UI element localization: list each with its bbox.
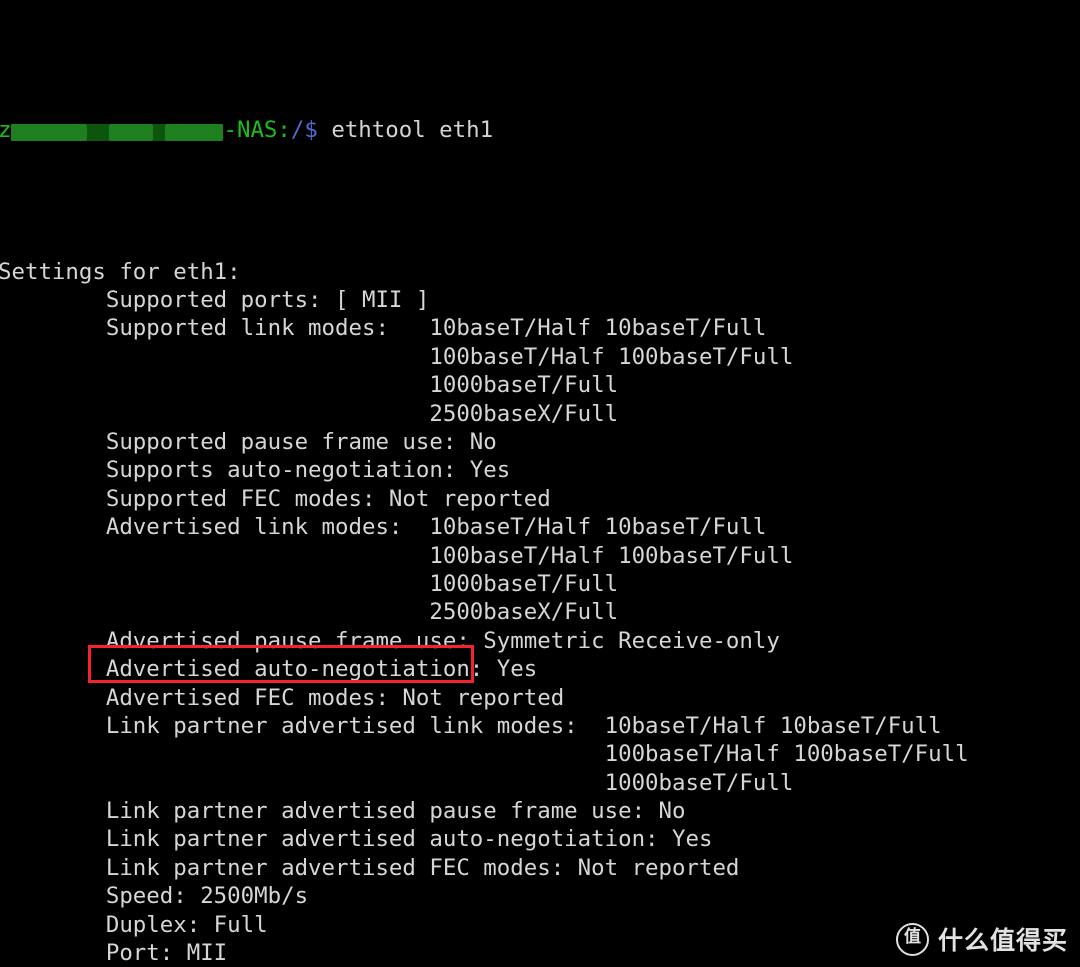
terminal-line: 1000baseT/Full (0, 570, 619, 597)
terminal-line: Settings for eth1: (0, 258, 241, 285)
terminal-line: 100baseT/Half 100baseT/Full (0, 741, 969, 768)
terminal-line: 2500baseX/Full (0, 400, 619, 427)
terminal-line: Supported FEC modes: Not reported (0, 485, 551, 512)
redacted-block (109, 123, 154, 141)
terminal-line: Advertised auto-negotiation: Yes (0, 656, 538, 683)
terminal-line: 1000baseT/Full (0, 372, 619, 399)
prompt-command: ethtool eth1 (331, 116, 494, 143)
terminal-line: Link partner advertised auto-negotiation… (0, 826, 713, 853)
terminal-line: 100baseT/Half 100baseT/Full (0, 542, 794, 569)
prompt-sigil: $ (304, 116, 318, 143)
prompt-host: -NAS (223, 116, 278, 143)
terminal-line: Link partner advertised FEC modes: Not r… (0, 854, 740, 881)
prompt-user: z (0, 116, 12, 143)
terminal-line: Advertised link modes: 10baseT/Half 10ba… (0, 514, 767, 541)
prompt-line: z -NAS:/$ ethtool eth1 (0, 116, 1080, 144)
terminal-line: Supported link modes: 10baseT/Half 10bas… (0, 315, 767, 342)
terminal-line: 2500baseX/Full (0, 599, 619, 626)
redacted-block (87, 123, 110, 141)
redacted-block (165, 123, 224, 141)
terminal-line: Supported pause frame use: No (0, 428, 497, 455)
terminal-line: 1000baseT/Full (0, 769, 794, 796)
prompt-path: / (290, 116, 305, 143)
terminal-line: Advertised FEC modes: Not reported (0, 684, 565, 711)
terminal-line: Speed: 2500Mb/s (0, 883, 309, 910)
prompt-separator: : (277, 116, 291, 143)
terminal-line: 100baseT/Half 100baseT/Full (0, 343, 794, 370)
terminal-line: Link partner advertised link modes: 10ba… (0, 712, 942, 739)
terminal-line: Link partner advertised pause frame use:… (0, 798, 686, 825)
terminal-line: Duplex: Full (0, 911, 268, 938)
redacted-block (153, 123, 166, 141)
terminal-line: Advertised pause frame use: Symmetric Re… (0, 627, 780, 654)
redacted-block (11, 123, 88, 141)
terminal-output: Settings for eth1: Supported ports: [ MI… (0, 258, 1080, 967)
terminal-line: Port: MII (0, 940, 228, 967)
terminal-screen: z -NAS:/$ ethtool eth1 Settings for eth1:… (0, 2, 1080, 967)
terminal-line: Supports auto-negotiation: Yes (0, 457, 511, 484)
terminal-window[interactable]: z -NAS:/$ ethtool eth1 Settings for eth1:… (0, 0, 1080, 967)
terminal-line: Supported ports: [ MII ] (0, 287, 430, 314)
